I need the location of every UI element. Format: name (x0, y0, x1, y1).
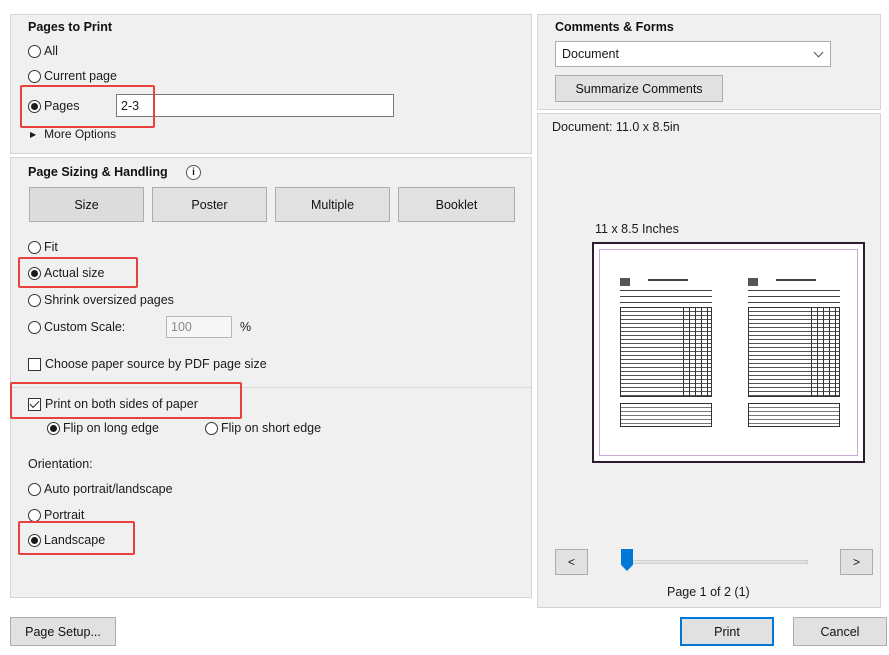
percent-label: % (240, 320, 252, 334)
radio-pages[interactable]: Pages (28, 97, 79, 115)
radio-actual-size[interactable]: Actual size (28, 264, 104, 282)
tab-multiple[interactable]: Multiple (275, 187, 390, 222)
scorecard-thumbnail (620, 278, 712, 430)
checkbox-paper-source[interactable]: Choose paper source by PDF page size (28, 355, 267, 373)
comments-forms-title: Comments & Forms (555, 20, 674, 34)
info-icon[interactable]: i (186, 165, 201, 180)
document-size-label: Document: 11.0 x 8.5in (552, 120, 680, 134)
radio-circle (28, 99, 41, 113)
tab-size[interactable]: Size (29, 187, 144, 222)
flip-long-label: Flip on long edge (63, 421, 159, 435)
paper-source-label: Choose paper source by PDF page size (45, 357, 267, 371)
chevron-down-icon (813, 47, 824, 58)
radio-circle (28, 293, 41, 307)
print-button[interactable]: Print (680, 617, 774, 646)
radio-circle (28, 240, 41, 254)
radio-circle (28, 508, 41, 522)
page-status-label: Page 1 of 2 (1) (667, 585, 750, 599)
radio-fit-label: Fit (44, 240, 58, 254)
radio-circle (28, 533, 41, 547)
next-page-button[interactable]: > (840, 549, 873, 575)
summarize-comments-button[interactable]: Summarize Comments (555, 75, 723, 102)
checkbox-box (28, 397, 41, 411)
orientation-title: Orientation: (28, 457, 93, 471)
radio-flip-long-edge[interactable]: Flip on long edge (47, 419, 159, 437)
landscape-label: Landscape (44, 533, 106, 547)
page-preview (592, 242, 865, 463)
radio-circle (28, 266, 41, 280)
more-options-label: More Options (44, 127, 117, 141)
page-sizing-title: Page Sizing & Handling (28, 165, 168, 179)
radio-current-page-label: Current page (44, 69, 117, 83)
cancel-button[interactable]: Cancel (793, 617, 887, 646)
comments-forms-select-value: Document (562, 47, 619, 61)
radio-fit[interactable]: Fit (28, 238, 58, 256)
auto-orientation-label: Auto portrait/landscape (44, 482, 173, 496)
more-options-toggle[interactable]: ▶ More Options (30, 125, 116, 143)
custom-scale-input[interactable]: 100 (166, 316, 232, 338)
radio-custom-scale[interactable]: Custom Scale: (28, 318, 125, 336)
both-sides-label: Print on both sides of paper (45, 397, 198, 411)
flip-short-label: Flip on short edge (221, 421, 322, 435)
scorecard-thumbnail (748, 278, 840, 430)
radio-pages-label: Pages (44, 99, 80, 113)
divider (11, 387, 531, 388)
radio-auto-orientation[interactable]: Auto portrait/landscape (28, 480, 173, 498)
tab-poster[interactable]: Poster (152, 187, 267, 222)
radio-current-page[interactable]: Current page (28, 67, 117, 85)
page-slider-track[interactable] (626, 560, 808, 564)
radio-circle (28, 44, 41, 58)
radio-shrink-oversized[interactable]: Shrink oversized pages (28, 291, 174, 309)
pages-to-print-title: Pages to Print (28, 20, 113, 34)
radio-circle (28, 69, 41, 83)
radio-all-label: All (44, 44, 58, 58)
paper-size-label: 11 x 8.5 Inches (595, 222, 679, 236)
page-setup-button[interactable]: Page Setup... (10, 617, 116, 646)
radio-flip-short-edge[interactable]: Flip on short edge (205, 419, 321, 437)
radio-actual-size-label: Actual size (44, 266, 105, 280)
radio-circle (28, 482, 41, 496)
radio-circle (28, 320, 41, 334)
checkbox-box (28, 357, 41, 371)
comments-forms-select[interactable]: Document (555, 41, 831, 67)
radio-portrait[interactable]: Portrait (28, 506, 84, 524)
radio-circle (47, 421, 60, 435)
pages-range-input[interactable]: 2-3 (116, 94, 394, 117)
radio-landscape[interactable]: Landscape (28, 531, 105, 549)
radio-all[interactable]: All (28, 42, 58, 60)
checkbox-both-sides[interactable]: Print on both sides of paper (28, 395, 198, 413)
radio-custom-scale-label: Custom Scale: (44, 320, 126, 334)
triangle-right-icon: ▶ (30, 129, 37, 139)
radio-circle (205, 421, 218, 435)
prev-page-button[interactable]: < (555, 549, 588, 575)
portrait-label: Portrait (44, 508, 85, 522)
radio-shrink-label: Shrink oversized pages (44, 293, 174, 307)
tab-booklet[interactable]: Booklet (398, 187, 515, 222)
